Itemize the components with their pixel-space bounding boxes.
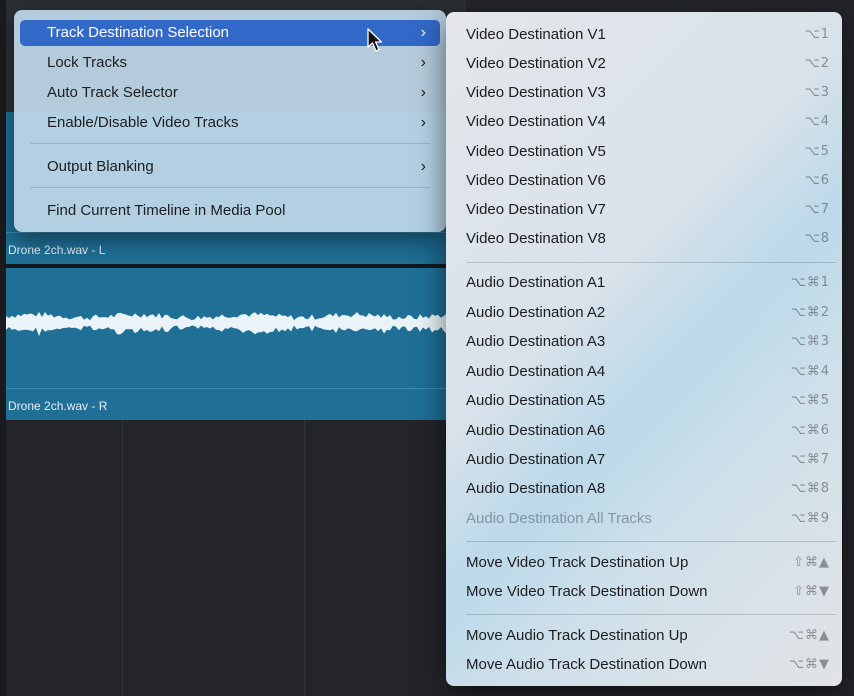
menu-item-label: Move Audio Track Destination Up — [466, 627, 688, 644]
menu-item-audio-destination-a6[interactable]: Audio Destination A6 ⌥⌘6 — [454, 418, 834, 444]
shortcut-label: ⌥8 — [804, 231, 830, 246]
menu-item-label: Video Destination V7 — [466, 201, 606, 218]
shortcut-label: ⌥⌘▲ — [789, 628, 830, 643]
menu-item-label: Move Audio Track Destination Down — [466, 656, 707, 673]
menu-item-output-blanking[interactable]: Output Blanking › — [20, 154, 440, 180]
menu-item-audio-destination-all-tracks: Audio Destination All Tracks ⌥⌘9 — [454, 506, 834, 532]
menu-item-label: Audio Destination A3 — [466, 333, 606, 350]
shortcut-label: ⌥4 — [804, 114, 830, 129]
menu-item-label: Audio Destination All Tracks — [466, 510, 652, 527]
clip-divider — [6, 388, 466, 389]
menu-item-audio-destination-a4[interactable]: Audio Destination A4 ⌥⌘4 — [454, 359, 834, 385]
menu-item-auto-track-selector[interactable]: Auto Track Selector › — [20, 80, 440, 106]
menu-item-move-video-destination-up[interactable]: Move Video Track Destination Up ⇧⌘▲ — [454, 550, 834, 576]
menu-item-move-audio-destination-up[interactable]: Move Audio Track Destination Up ⌥⌘▲ — [454, 623, 834, 649]
menu-item-move-audio-destination-down[interactable]: Move Audio Track Destination Down ⌥⌘▼ — [454, 652, 834, 678]
shortcut-label: ⌥⌘8 — [790, 481, 830, 496]
menu-item-label: Video Destination V8 — [466, 230, 606, 247]
menu-item-label: Video Destination V2 — [466, 55, 606, 72]
menu-separator — [30, 187, 430, 188]
menu-item-video-destination-v8[interactable]: Video Destination V8 ⌥8 — [454, 226, 834, 252]
menu-item-label: Lock Tracks — [47, 54, 128, 71]
shortcut-label: ⌥⌘▼ — [789, 657, 830, 672]
menu-item-label: Audio Destination A8 — [466, 480, 606, 497]
menu-item-video-destination-v4[interactable]: Video Destination V4 ⌥4 — [454, 109, 834, 135]
menu-item-label: Audio Destination A2 — [466, 304, 606, 321]
menu-item-video-destination-v1[interactable]: Video Destination V1 ⌥1 — [454, 22, 834, 48]
mouse-pointer-icon — [367, 28, 383, 52]
menu-separator — [466, 541, 836, 542]
menu-item-label: Find Current Timeline in Media Pool — [47, 202, 286, 219]
shortcut-label: ⌥⌘7 — [790, 452, 830, 467]
chevron-right-icon: › — [420, 114, 426, 131]
shortcut-label: ⌥⌘1 — [790, 275, 830, 290]
menu-item-audio-destination-a2[interactable]: Audio Destination A2 ⌥⌘2 — [454, 300, 834, 326]
shortcut-label: ⌥1 — [804, 27, 830, 42]
menu-item-audio-destination-a3[interactable]: Audio Destination A3 ⌥⌘3 — [454, 329, 834, 355]
timeline-gridline — [304, 420, 305, 696]
shortcut-label: ⌥⌘6 — [790, 423, 830, 438]
chevron-right-icon: › — [420, 54, 426, 71]
menu-item-video-destination-v7[interactable]: Video Destination V7 ⌥7 — [454, 197, 834, 223]
shortcut-label: ⌥⌘5 — [790, 393, 830, 408]
menu-item-label: Auto Track Selector — [47, 84, 178, 101]
menu-item-label: Enable/Disable Video Tracks — [47, 114, 239, 131]
menu-item-video-destination-v6[interactable]: Video Destination V6 ⌥6 — [454, 168, 834, 194]
menu-item-label: Audio Destination A1 — [466, 274, 606, 291]
shortcut-label: ⌥6 — [804, 173, 830, 188]
shortcut-label: ⌥3 — [804, 85, 830, 100]
menu-item-video-destination-v5[interactable]: Video Destination V5 ⌥5 — [454, 139, 834, 165]
menu-item-label: Audio Destination A5 — [466, 392, 606, 409]
menu-item-label: Video Destination V1 — [466, 26, 606, 43]
audio-waveform — [6, 312, 465, 337]
menu-item-label: Move Video Track Destination Up — [466, 554, 689, 571]
shortcut-label: ⌥7 — [804, 202, 830, 217]
shortcut-label: ⌥⌘9 — [790, 511, 830, 526]
shortcut-label: ⌥⌘3 — [790, 334, 830, 349]
menu-separator — [466, 262, 836, 263]
menu-item-enable-disable-video-tracks[interactable]: Enable/Disable Video Tracks › — [20, 110, 440, 136]
shortcut-label: ⇧⌘▲ — [793, 555, 830, 570]
menu-item-label: Track Destination Selection — [47, 24, 230, 41]
menu-item-audio-destination-a1[interactable]: Audio Destination A1 ⌥⌘1 — [454, 270, 834, 296]
shortcut-label: ⌥2 — [804, 56, 830, 71]
menu-item-label: Move Video Track Destination Down — [466, 583, 708, 600]
chevron-right-icon: › — [420, 158, 426, 175]
shortcut-label: ⌥⌘4 — [790, 364, 830, 379]
menu-item-label: Video Destination V3 — [466, 84, 606, 101]
menu-item-video-destination-v2[interactable]: Video Destination V2 ⌥2 — [454, 51, 834, 77]
menu-item-audio-destination-a5[interactable]: Audio Destination A5 ⌥⌘5 — [454, 388, 834, 414]
track-destination-submenu: Video Destination V1 ⌥1 Video Destinatio… — [446, 12, 842, 686]
menu-item-label: Video Destination V6 — [466, 172, 606, 189]
chevron-right-icon: › — [420, 84, 426, 101]
menu-item-label: Video Destination V5 — [466, 143, 606, 160]
menu-item-label: Audio Destination A7 — [466, 451, 606, 468]
clip-label-left: Drone 2ch.wav - L — [8, 243, 106, 257]
menu-item-label: Video Destination V4 — [466, 113, 606, 130]
chevron-right-icon: › — [420, 24, 426, 41]
menu-item-audio-destination-a7[interactable]: Audio Destination A7 ⌥⌘7 — [454, 447, 834, 473]
shortcut-label: ⇧⌘▼ — [793, 584, 830, 599]
menu-item-label: Audio Destination A4 — [466, 363, 606, 380]
menu-item-video-destination-v3[interactable]: Video Destination V3 ⌥3 — [454, 80, 834, 106]
shortcut-label: ⌥⌘2 — [790, 305, 830, 320]
menu-item-move-video-destination-down[interactable]: Move Video Track Destination Down ⇧⌘▼ — [454, 579, 834, 605]
menu-item-label: Audio Destination A6 — [466, 422, 606, 439]
shortcut-label: ⌥5 — [804, 144, 830, 159]
menu-separator — [466, 614, 836, 615]
menu-item-find-current-timeline[interactable]: Find Current Timeline in Media Pool — [20, 198, 440, 224]
menu-item-audio-destination-a8[interactable]: Audio Destination A8 ⌥⌘8 — [454, 476, 834, 502]
clip-divider — [6, 232, 466, 233]
clip-label-right: Drone 2ch.wav - R — [8, 399, 108, 413]
timeline-gridline — [122, 420, 123, 696]
menu-item-label: Output Blanking — [47, 158, 154, 175]
menu-separator — [30, 143, 430, 144]
